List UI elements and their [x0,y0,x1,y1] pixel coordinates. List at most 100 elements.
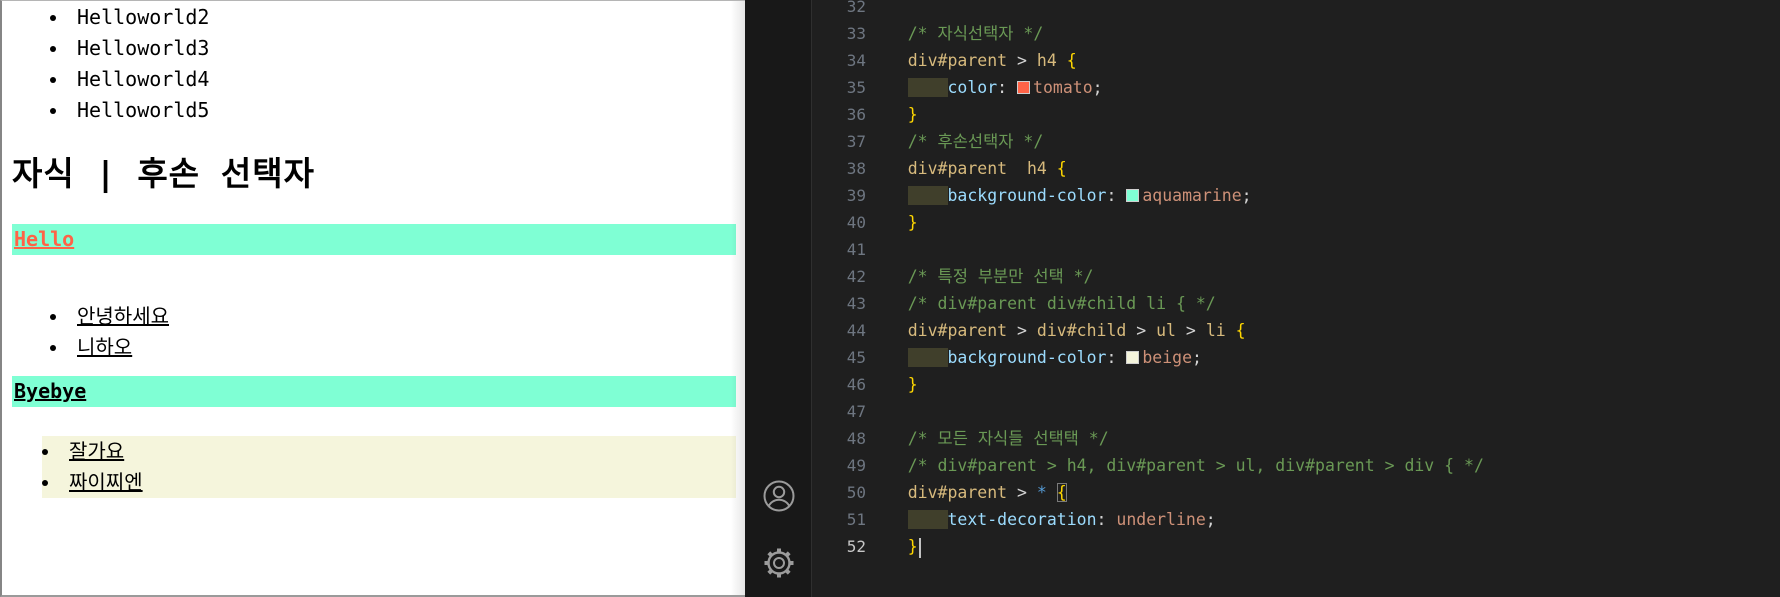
byebye-banner: Byebye [12,376,736,407]
line-number: 48 [846,429,866,448]
code-line[interactable]: 38 div#parent h4 { [813,155,1780,182]
code-token: > [1126,321,1157,340]
code-line[interactable]: 46 } [813,371,1780,398]
code-token: h4 [1036,51,1057,70]
hello-banner: Hello [12,224,736,255]
code-line[interactable]: 37 /* 후손선택자 */ [813,128,1780,155]
code-line[interactable]: 41 [813,236,1780,263]
code-token: : [1106,186,1127,205]
line-number: 37 [846,132,866,151]
code-line[interactable]: 48 /* 모든 자식들 선택택 */ [813,425,1780,452]
code-line[interactable]: 32 [813,0,1780,20]
list-item: 안녕하세요 [50,301,169,332]
code-line[interactable]: 35 color: tomato; [813,74,1780,101]
code-token: ; [1241,186,1252,205]
list-item: Helloworld5 [50,95,209,126]
code-line[interactable]: 43 /* div#parent div#child li { */ [813,290,1780,317]
code-token: background-color [947,348,1107,367]
code-line[interactable]: 39 background-color: aquamarine; [813,182,1780,209]
code-line[interactable]: 51 text-decoration: underline; [813,506,1780,533]
page-heading: 자식 | 후손 선택자 [12,154,315,193]
line-number: 49 [846,456,866,475]
line-content: } [868,371,918,398]
activity-bar [745,0,812,597]
code-token: } [907,537,918,556]
line-number: 40 [846,213,866,232]
farewell-list: 잘가요짜이찌엔 [2,436,736,498]
code-token: aquamarine [1142,186,1242,205]
code-token: /* 후손선택자 */ [907,132,1044,151]
code-token: /* 특정 부분만 선택 */ [907,267,1094,286]
color-swatch[interactable] [1017,81,1031,94]
line-content: } [868,533,921,560]
line-content: /* 모든 자식들 선택택 */ [868,425,1109,452]
line-content: /* 후손선택자 */ [868,128,1044,155]
code-line[interactable]: 45 background-color: beige; [813,344,1780,371]
code-line[interactable]: 47 [813,398,1780,425]
line-content: div#parent > * { [868,479,1067,506]
code-line[interactable]: 50 div#parent > * { [813,479,1780,506]
list-item: Helloworld2 [50,2,209,33]
code-token: : [1106,348,1127,367]
greeting-list: 안녕하세요니하오 [10,301,169,363]
line-content: background-color: aquamarine; [868,182,1252,209]
code-line[interactable]: 33 /* 자식선택자 */ [813,20,1780,47]
code-token: li [1205,321,1226,340]
list-item: 잘가요 [42,436,736,467]
code-line[interactable]: 40 } [813,209,1780,236]
code-token: /* 모든 자식들 선택택 */ [907,429,1109,448]
code-token: ; [1192,348,1202,367]
text-cursor [918,537,921,558]
account-icon[interactable] [762,479,796,513]
code-token: ; [1205,510,1216,529]
code-token: * [1036,483,1047,502]
line-content: div#parent > div#child > ul > li { [868,317,1246,344]
list-item: 짜이찌엔 [42,467,736,498]
code-token: div#parent [907,159,1008,178]
code-line[interactable]: 42 /* 특정 부분만 선택 */ [813,263,1780,290]
line-number: 43 [846,294,866,313]
screenshot-stage: Helloworld2Helloworld3Helloworld4Hellowo… [0,0,1780,597]
line-number: 38 [846,159,866,178]
code-line[interactable]: 49 /* div#parent > h4, div#parent > ul, … [813,452,1780,479]
code-token: color [947,78,998,97]
line-number: 47 [846,402,866,421]
code-line[interactable]: 52 } [813,533,1780,560]
settings-gear-icon[interactable] [762,546,796,580]
code-token: tomato [1033,78,1093,97]
color-swatch[interactable] [1126,189,1140,202]
browser-preview-pane[interactable]: Helloworld2Helloworld3Helloworld4Hellowo… [0,0,745,597]
code-token: { [1056,483,1067,502]
line-number: 36 [846,105,866,124]
code-token: } [907,375,918,394]
color-swatch[interactable] [1126,351,1140,364]
code-line[interactable]: 36 } [813,101,1780,128]
code-token: beige [1142,348,1192,367]
line-content: background-color: beige; [868,344,1202,371]
code-line[interactable]: 44 div#parent > div#child > ul > li { [813,317,1780,344]
code-token: /* 자식선택자 */ [907,24,1044,43]
line-number: 41 [846,240,866,259]
code-token [907,348,948,367]
code-token: ; [1092,78,1103,97]
line-content: } [868,101,918,128]
code-editor[interactable]: 32 33 /* 자식선택자 */34 div#parent > h4 {35 c… [813,0,1780,597]
code-token: div#child [1036,321,1127,340]
line-content: text-decoration: underline; [868,506,1216,533]
line-content: /* 특정 부분만 선택 */ [868,263,1094,290]
code-token: /* div#parent div#child li { */ [907,294,1216,313]
code-line[interactable]: 34 div#parent > h4 { [813,47,1780,74]
code-token [907,510,948,529]
line-number: 51 [846,510,866,529]
